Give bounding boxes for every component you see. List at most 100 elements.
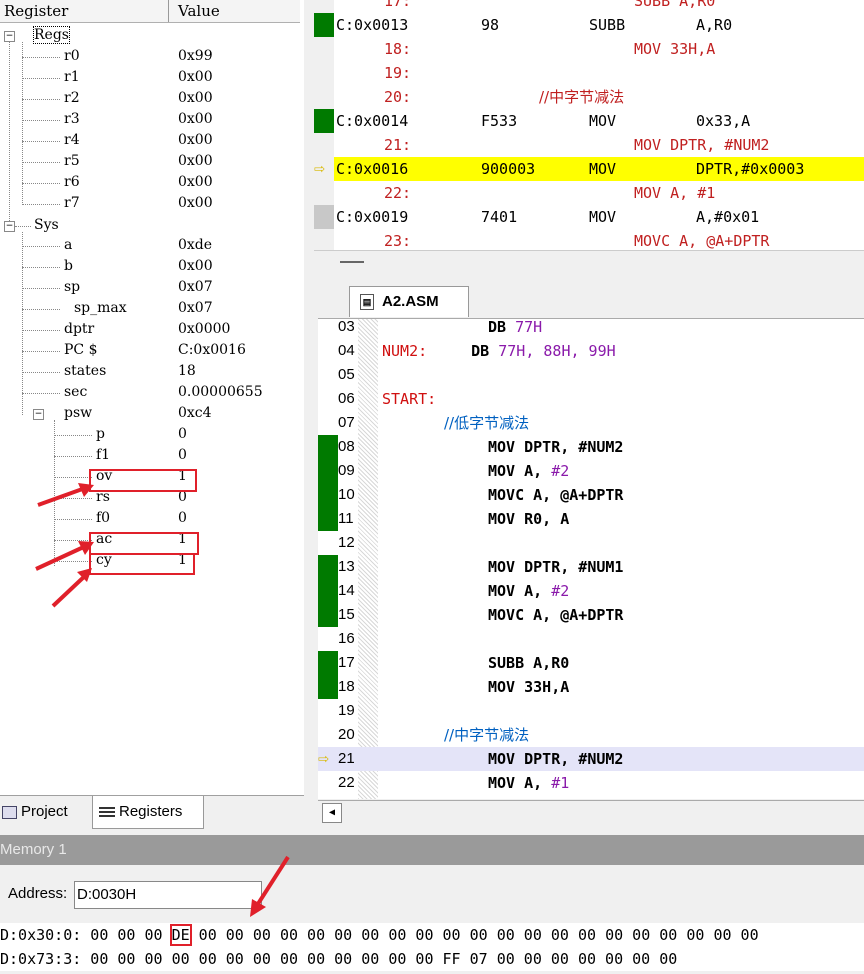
code-token: MOV 33H,A (488, 678, 570, 696)
register-sp[interactable]: sp 0x07 (0, 278, 300, 299)
code-token: MOV DPTR, #NUM2 (488, 438, 624, 456)
address-input-value: D:0030H (77, 886, 137, 903)
code-text: //中字节减法 (444, 723, 529, 747)
exec-marker-green (318, 459, 338, 483)
scroll-left-icon[interactable]: ◀ (322, 803, 342, 823)
value-column-header[interactable]: Value (178, 2, 220, 20)
memory-window: Memory 1 Address: D:0030H D:0x30:0: 00 0… (0, 835, 864, 974)
disasm-address: C:0x0013 (336, 16, 409, 34)
disasm-instruction[interactable]: C:0x0013 98 SUBB A,R0 (314, 13, 864, 37)
code-line[interactable]: 20 //中字节减法 (318, 723, 864, 747)
code-line[interactable]: 22 MOV A, #1 (318, 771, 864, 795)
register-r0[interactable]: r0 0x99 (0, 47, 300, 68)
code-line[interactable]: 03 DB 77H (318, 319, 864, 339)
group-regs[interactable]: Regs (0, 26, 300, 47)
disasm-source-line[interactable]: 17: SUBB A,R0 (334, 0, 864, 13)
disassembly-splitter[interactable] (314, 250, 864, 276)
disasm-address: C:0x0016 (336, 160, 409, 178)
line-number: 21 (338, 750, 355, 767)
code-line[interactable]: 17 SUBB A,R0 (318, 651, 864, 675)
flag-f1-name: f1 (96, 447, 111, 463)
code-line[interactable]: 09 MOV A, #2 (318, 459, 864, 483)
register-sp_max[interactable]: sp_max 0x07 (0, 299, 300, 320)
code-line[interactable]: 12 (318, 531, 864, 555)
code-line[interactable]: 13 MOV DPTR, #NUM1 (318, 555, 864, 579)
memory-title: Memory 1 (0, 835, 864, 865)
code-line[interactable]: 06 START: (318, 387, 864, 411)
disasm-instruction[interactable]: C:0x0019 7401 MOV A,#0x01 (314, 205, 864, 229)
tab-a2-asm-label: A2.ASM (382, 293, 439, 310)
register-r5[interactable]: r5 0x00 (0, 152, 300, 173)
disasm-source-line[interactable]: 22: MOV A, #1 (334, 181, 864, 205)
tab-a2-asm[interactable]: ▤ A2.ASM (349, 286, 469, 317)
register-pc[interactable]: PC $ C:0x0016 (0, 341, 300, 362)
disasm-source-lineno: 23: (384, 232, 412, 250)
register-sec-value: 0.00000655 (178, 384, 263, 400)
code-line[interactable]: 14 MOV A, #2 (318, 579, 864, 603)
register-r6[interactable]: r6 0x00 (0, 173, 300, 194)
code-editor[interactable]: 03 DB 77H 04 NUM2: DB 77H, 88H, 99H 05 06 START… (318, 318, 864, 799)
code-token: MOV DPTR, #NUM2 (488, 750, 624, 768)
disasm-instruction[interactable]: C:0x0014 F533 MOV 0x33,A (314, 109, 864, 133)
current-instruction-arrow-icon: ⇨ (314, 158, 325, 179)
disasm-source-line[interactable]: 19: (334, 61, 864, 85)
code-line[interactable]: 11 MOV R0, A (318, 507, 864, 531)
code-text: MOV R0, A (488, 507, 569, 531)
register-sp_max-name: sp_max (74, 300, 127, 316)
line-number: 11 (338, 510, 354, 527)
code-token: NUM2: (382, 342, 428, 360)
code-line[interactable]: 04 NUM2: DB 77H, 88H, 99H (318, 339, 864, 363)
register-psw[interactable]: psw 0xc4 (0, 404, 300, 425)
register-r3[interactable]: r3 0x00 (0, 110, 300, 131)
horizontal-scrollbar[interactable]: ◀ (318, 800, 864, 823)
register-r2[interactable]: r2 0x00 (0, 89, 300, 110)
register-b[interactable]: b 0x00 (0, 257, 300, 278)
register-sp-value: 0x07 (178, 279, 213, 295)
register-r6-name: r6 (64, 174, 80, 190)
code-line[interactable]: 15 MOVC A, @A+DPTR (318, 603, 864, 627)
register-dptr[interactable]: dptr 0x0000 (0, 320, 300, 341)
exec-marker-green (314, 13, 334, 37)
code-line[interactable]: 19 (318, 699, 864, 723)
register-states[interactable]: states 18 (0, 362, 300, 383)
group-sys[interactable]: Sys (0, 216, 300, 237)
disasm-source-line[interactable]: 18: MOV 33H,A (334, 37, 864, 61)
splitter[interactable] (304, 0, 314, 830)
exec-marker-green (318, 603, 338, 627)
register-sec[interactable]: sec 0.00000655 (0, 383, 300, 404)
code-line[interactable]: 05 (318, 363, 864, 387)
disasm-source-line[interactable]: 21: MOV DPTR, #NUM2 (334, 133, 864, 157)
register-b-value: 0x00 (178, 258, 213, 274)
register-r3-value: 0x00 (178, 111, 213, 127)
register-r4[interactable]: r4 0x00 (0, 131, 300, 152)
register-a[interactable]: a 0xde (0, 236, 300, 257)
flag-p[interactable]: p0 (0, 425, 300, 446)
register-column-header[interactable]: Register (4, 2, 68, 20)
code-line[interactable]: 10 MOVC A, @A+DPTR (318, 483, 864, 507)
disasm-source-line[interactable]: 23: MOVC A, @A+DPTR (334, 229, 864, 250)
line-number: 07 (338, 414, 355, 431)
code-line[interactable]: 08 MOV DPTR, #NUM2 (318, 435, 864, 459)
code-line[interactable]: ⇨ 21 MOV DPTR, #NUM2 (318, 747, 864, 771)
code-text: START: (382, 387, 436, 411)
disasm-instruction[interactable]: C:0x0016 900003 MOV DPTR,#0x0003 ⇨ (314, 157, 864, 181)
register-r7[interactable]: r7 0x00 (0, 194, 300, 215)
register-r1[interactable]: r1 0x00 (0, 68, 300, 89)
annotation-arrow-ov (37, 483, 94, 507)
code-line[interactable]: 07 //低字节减法 (318, 411, 864, 435)
disasm-opcode: 900003 (481, 160, 536, 178)
disasm-mnemonic: MOV (589, 160, 617, 178)
code-line[interactable]: 16 (318, 627, 864, 651)
exec-marker-green (318, 507, 338, 531)
tab-registers[interactable]: Registers (92, 796, 204, 829)
code-text: MOV A, #2 (488, 459, 569, 483)
code-text: MOV DPTR, #NUM2 (488, 747, 623, 771)
tab-project[interactable]: Project (2, 796, 90, 828)
disasm-source-lineno: 20: (384, 88, 412, 106)
disasm-source-line[interactable]: 20: //中字节减法 (334, 85, 864, 109)
disasm-source-code: MOV 33H,A (634, 40, 716, 58)
flag-f1[interactable]: f1 0 (0, 446, 300, 467)
line-number: 19 (338, 702, 355, 719)
address-input[interactable]: D:0030H (74, 881, 262, 909)
code-line[interactable]: 18 MOV 33H,A (318, 675, 864, 699)
